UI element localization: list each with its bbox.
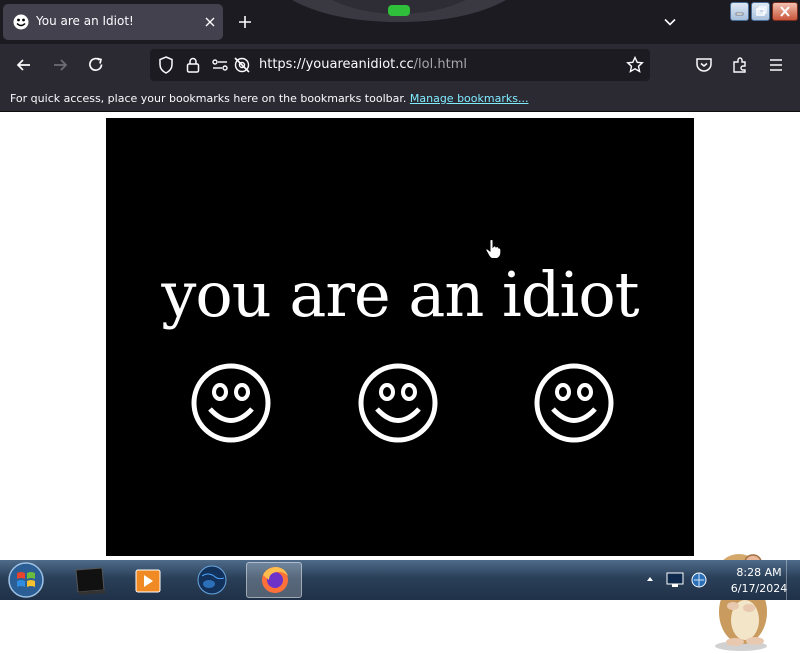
reload-icon[interactable] [86, 55, 106, 75]
smiley-face-1 [191, 363, 271, 443]
navigation-toolbar: https://youareanidiot.cc/lol.html [0, 44, 800, 86]
url-domain: https://youareanidiot.cc [259, 57, 414, 72]
permissions-icon[interactable] [210, 55, 230, 75]
star-icon[interactable] [625, 55, 645, 75]
manage-bookmarks-link[interactable]: Manage bookmarks... [410, 92, 529, 105]
media-player-icon [135, 569, 161, 593]
address-bar[interactable]: https://youareanidiot.cc/lol.html [150, 49, 650, 81]
black-stage: you are an idiot [106, 118, 694, 556]
extensions-icon[interactable] [730, 55, 750, 75]
restore-button[interactable] [751, 2, 770, 21]
forward-arrow-icon[interactable] [50, 55, 70, 75]
windows-start-icon[interactable] [6, 562, 46, 598]
window-close-button[interactable] [772, 2, 798, 21]
firefox-icon [262, 567, 288, 593]
tray-expand-icon[interactable] [645, 574, 655, 584]
smiley-face-3 [534, 363, 614, 443]
camera-blocked-icon[interactable] [232, 55, 252, 75]
tab-strip: You are an Idiot! [0, 0, 800, 44]
globe-icon [197, 565, 227, 595]
shield-icon[interactable] [156, 55, 176, 75]
taskbar-app-globe[interactable] [184, 562, 240, 598]
hand-cursor-icon [485, 239, 502, 259]
bookmarks-message: For quick access, place your bookmarks h… [10, 92, 528, 105]
page-content: you are an idiot [0, 112, 800, 651]
plus-icon[interactable] [236, 13, 254, 31]
url-text[interactable]: https://youareanidiot.cc/lol.html [259, 57, 467, 72]
system-tray: 8:28 AM 6/17/2024 [640, 560, 800, 600]
taskbar-app-firefox[interactable] [246, 562, 302, 598]
taskbar: 8:28 AM 6/17/2024 [0, 560, 800, 600]
pocket-icon[interactable] [694, 55, 714, 75]
window-top-decoration [292, 0, 506, 22]
tab-title: You are an Idiot! [36, 14, 134, 28]
bookmarks-toolbar: For quick access, place your bookmarks h… [0, 86, 800, 112]
monitor-icon[interactable] [666, 572, 684, 588]
clock-time: 8:28 AM [736, 566, 782, 579]
window-controls [730, 2, 798, 24]
tab-active[interactable]: You are an Idiot! [3, 4, 223, 40]
clock-date: 6/17/2024 [730, 582, 788, 595]
clock[interactable]: 8:28 AM 6/17/2024 [724, 565, 794, 597]
chevron-down-icon[interactable] [662, 14, 678, 30]
smiley-favicon [13, 14, 29, 30]
url-path: /lol.html [413, 57, 467, 72]
taskbar-app-tv[interactable] [62, 562, 118, 598]
page-headline: you are an idiot [161, 258, 639, 331]
smiley-face-2 [358, 363, 438, 443]
close-icon[interactable] [201, 13, 219, 31]
taskbar-app-media[interactable] [120, 562, 176, 598]
show-desktop-button[interactable] [786, 560, 800, 600]
tv-app-icon [75, 567, 106, 595]
network-icon[interactable] [690, 571, 708, 589]
back-arrow-icon[interactable] [14, 55, 34, 75]
bookmarks-hint: For quick access, place your bookmarks h… [10, 92, 407, 105]
minimize-button[interactable] [730, 2, 749, 21]
menu-icon[interactable] [766, 55, 786, 75]
lock-icon[interactable] [183, 55, 203, 75]
